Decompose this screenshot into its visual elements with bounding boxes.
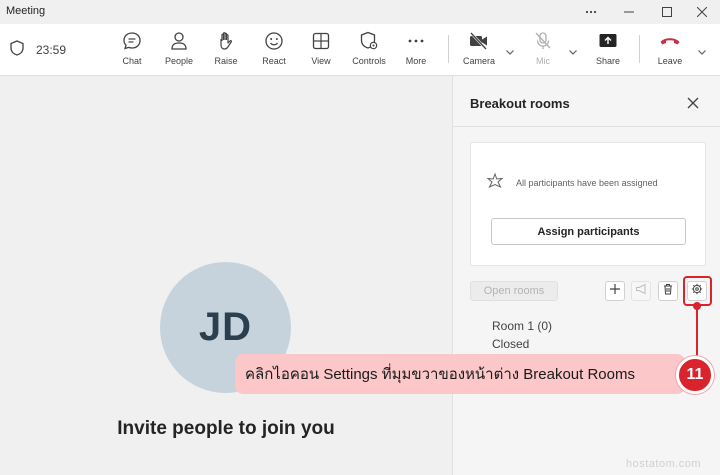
- leave-options-chevron-icon[interactable]: [697, 44, 707, 55]
- megaphone-icon: [635, 282, 647, 300]
- announcement-button[interactable]: [631, 281, 651, 301]
- toolbar-divider: [448, 35, 449, 63]
- instruction-text: คลิกไอคอน Settings ที่มุมขวาของหน้าต่าง …: [245, 366, 635, 383]
- maximize-icon[interactable]: [648, 0, 686, 24]
- title-bar: Meeting: [0, 0, 720, 24]
- avatar-initials: JD: [198, 305, 253, 349]
- controls-label: Controls: [352, 56, 386, 66]
- watermark: hostatom.com: [626, 458, 702, 470]
- leave-phone-icon: [659, 30, 681, 52]
- react-button[interactable]: React: [250, 30, 298, 72]
- meeting-timer: 23:59: [10, 39, 67, 61]
- close-window-icon[interactable]: [683, 0, 720, 24]
- window-title: Meeting: [6, 5, 46, 17]
- raise-label: Raise: [214, 56, 238, 66]
- assigned-message: All participants have been assigned: [485, 172, 658, 194]
- chat-button[interactable]: Chat: [108, 30, 156, 72]
- share-button[interactable]: Share: [584, 30, 632, 72]
- callout-leader-line: [696, 306, 698, 358]
- window-more-icon[interactable]: [572, 0, 610, 24]
- panel-divider: [453, 126, 720, 127]
- panel-close-icon[interactable]: [685, 95, 701, 111]
- view-label: View: [311, 56, 331, 66]
- meeting-toolbar: 23:59 Chat People Raise React View Contr…: [0, 24, 720, 76]
- mic-options-chevron-icon[interactable]: [568, 44, 578, 55]
- camera-options-chevron-icon[interactable]: [505, 44, 515, 55]
- view-button[interactable]: View: [297, 30, 345, 72]
- share-icon: [597, 30, 619, 52]
- step-number: 11: [686, 366, 704, 383]
- react-label: React: [262, 56, 286, 66]
- meeting-stage: JD Invite people to join you: [0, 76, 452, 475]
- assigned-message-text: All participants have been assigned: [516, 178, 658, 188]
- add-room-button[interactable]: [605, 281, 625, 301]
- camera-label: Camera: [462, 56, 495, 66]
- toolbar-divider: [639, 35, 640, 63]
- assign-card: All participants have been assigned Assi…: [470, 142, 706, 266]
- more-button[interactable]: More: [392, 30, 440, 72]
- shield-icon: [10, 39, 24, 61]
- view-icon: [310, 30, 332, 52]
- controls-button[interactable]: Controls: [345, 30, 393, 72]
- camera-button[interactable]: Camera: [455, 30, 503, 72]
- raise-hand-icon: [215, 30, 237, 52]
- camera-off-icon: [468, 30, 490, 52]
- invite-text: Invite people to join you: [117, 418, 335, 439]
- people-label: People: [164, 56, 194, 66]
- instruction-callout: คลิกไอคอน Settings ที่มุมขวาของหน้าต่าง …: [235, 354, 685, 394]
- open-rooms-button[interactable]: Open rooms: [470, 281, 558, 301]
- share-label: Share: [595, 56, 621, 66]
- minimize-icon[interactable]: [610, 0, 648, 24]
- more-icon: [405, 30, 427, 52]
- room-name[interactable]: Room 1 (0): [492, 319, 552, 333]
- assign-participants-button[interactable]: Assign participants: [491, 218, 686, 245]
- people-button[interactable]: People: [155, 30, 203, 72]
- timer-text: 23:59: [36, 43, 67, 57]
- chat-icon: [121, 30, 143, 52]
- raise-hand-button[interactable]: Raise: [202, 30, 250, 72]
- breakout-rooms-panel: Breakout rooms All participants have bee…: [452, 76, 720, 475]
- delete-room-button[interactable]: [658, 281, 678, 301]
- step-number-badge: 11: [676, 356, 714, 394]
- mic-button[interactable]: Mic: [519, 30, 567, 72]
- mic-off-icon: [532, 30, 554, 52]
- controls-icon: [358, 30, 380, 52]
- trash-icon: [662, 282, 674, 300]
- leave-label: Leave: [657, 56, 683, 66]
- mic-label: Mic: [536, 56, 550, 66]
- panel-title: Breakout rooms: [470, 96, 570, 111]
- react-icon: [263, 30, 285, 52]
- room-status: Closed: [492, 337, 530, 351]
- more-label: More: [405, 56, 427, 66]
- sparkle-icon: [485, 172, 505, 194]
- people-icon: [168, 30, 190, 52]
- plus-icon: [609, 282, 621, 300]
- chat-label: Chat: [122, 56, 142, 66]
- leave-button[interactable]: Leave: [646, 30, 694, 72]
